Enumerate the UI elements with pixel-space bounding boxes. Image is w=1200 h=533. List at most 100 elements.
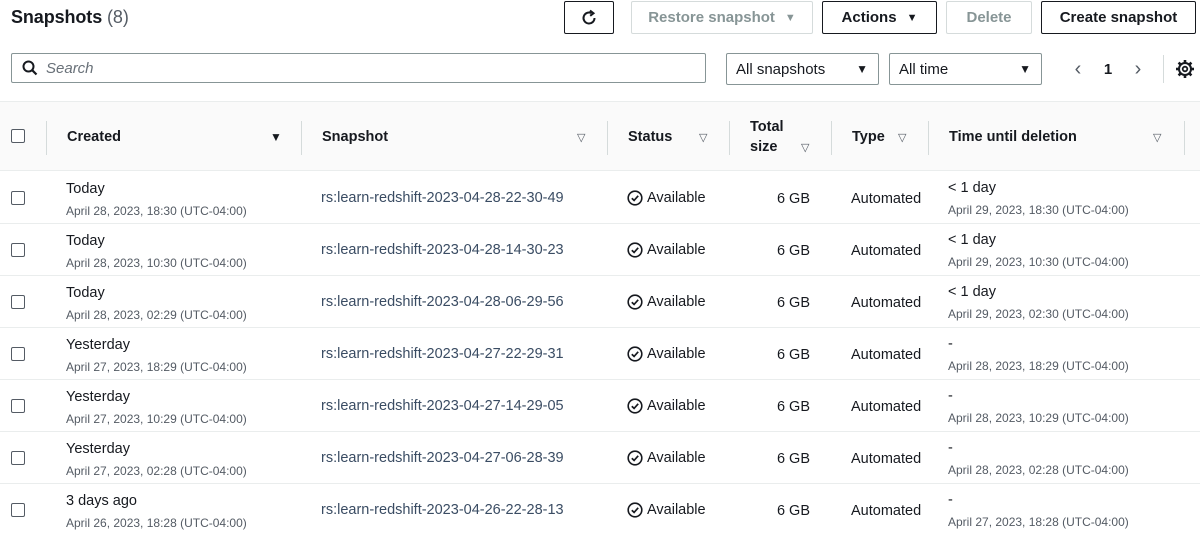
create-snapshot-button[interactable]: Create snapshot (1041, 1, 1196, 34)
snapshot-filter-select[interactable]: All snapshots ▼ (726, 53, 879, 85)
divider (1163, 55, 1164, 83)
created-relative: Yesterday (66, 389, 130, 405)
deletion-date: April 28, 2023, 18:29 (UTC-04:00) (948, 359, 1129, 373)
created-relative: Yesterday (66, 441, 130, 457)
column-type[interactable]: Type (852, 102, 885, 172)
deletion-date: April 29, 2023, 02:30 (UTC-04:00) (948, 307, 1129, 321)
check-circle-icon (627, 398, 643, 414)
snapshot-link[interactable]: rs:learn-redshift-2023-04-26-22-28-13 (321, 502, 564, 518)
snapshot-link[interactable]: rs:learn-redshift-2023-04-28-14-30-23 (321, 242, 564, 258)
deletion-relative: - (948, 388, 953, 404)
current-page[interactable]: 1 (1088, 61, 1128, 78)
delete-button[interactable]: Delete (946, 1, 1032, 34)
search-box[interactable] (11, 53, 706, 83)
snapshot-type: Automated (851, 347, 922, 363)
sort-icon[interactable]: ▽ (699, 102, 707, 172)
row-checkbox[interactable] (11, 243, 25, 257)
total-size: 6 GB (776, 503, 810, 519)
sort-icon[interactable]: ▽ (577, 102, 585, 172)
table-row[interactable]: 3 days ago April 26, 2023, 18:28 (UTC-04… (0, 484, 1200, 533)
deletion-date: April 28, 2023, 10:29 (UTC-04:00) (948, 411, 1129, 425)
page-title: Snapshots (8) (11, 7, 129, 28)
column-total-size-line1: Total (750, 119, 784, 135)
column-snapshot[interactable]: Snapshot (322, 102, 388, 172)
snapshot-link[interactable]: rs:learn-redshift-2023-04-27-06-28-39 (321, 450, 564, 466)
caret-down-icon: ▼ (1019, 62, 1031, 76)
snapshot-link[interactable]: rs:learn-redshift-2023-04-28-06-29-56 (321, 294, 564, 310)
status-text: Available (647, 294, 706, 310)
deletion-relative: - (948, 336, 953, 352)
check-circle-icon (627, 294, 643, 310)
sort-icon[interactable]: ▽ (1153, 102, 1161, 172)
row-checkbox[interactable] (11, 347, 25, 361)
total-size: 6 GB (776, 243, 810, 259)
table-row[interactable]: Yesterday April 27, 2023, 10:29 (UTC-04:… (0, 380, 1200, 432)
pagination: ‹ 1 › (1068, 56, 1148, 82)
created-relative: 3 days ago (66, 493, 137, 509)
deletion-relative: < 1 day (948, 232, 996, 248)
column-divider (831, 121, 832, 155)
snapshot-count: (8) (107, 7, 129, 27)
chevron-left-icon[interactable]: ‹ (1068, 58, 1088, 81)
check-circle-icon (627, 502, 643, 518)
column-created[interactable]: Created (67, 102, 121, 172)
column-total-size-line2: size (750, 139, 778, 155)
status-badge: Available (627, 450, 706, 466)
table-row[interactable]: Today April 28, 2023, 10:30 (UTC-04:00) … (0, 224, 1200, 276)
table-row[interactable]: Yesterday April 27, 2023, 18:29 (UTC-04:… (0, 328, 1200, 380)
total-size: 6 GB (776, 295, 810, 311)
page-title-text: Snapshots (11, 7, 103, 27)
table-row[interactable]: Yesterday April 27, 2023, 02:28 (UTC-04:… (0, 432, 1200, 484)
column-divider (46, 121, 47, 155)
snapshot-link[interactable]: rs:learn-redshift-2023-04-28-22-30-49 (321, 190, 564, 206)
status-text: Available (647, 346, 706, 362)
column-time-until-deletion[interactable]: Time until deletion (949, 102, 1077, 172)
status-text: Available (647, 502, 706, 518)
status-badge: Available (627, 502, 706, 518)
column-status[interactable]: Status (628, 102, 672, 172)
row-checkbox[interactable] (11, 191, 25, 205)
status-text: Available (647, 398, 706, 414)
snapshot-type: Automated (851, 399, 922, 415)
snapshot-link[interactable]: rs:learn-redshift-2023-04-27-22-29-31 (321, 346, 564, 362)
row-checkbox[interactable] (11, 451, 25, 465)
deletion-date: April 29, 2023, 10:30 (UTC-04:00) (948, 255, 1129, 269)
caret-down-icon: ▼ (906, 11, 918, 24)
deletion-date: April 28, 2023, 02:28 (UTC-04:00) (948, 463, 1129, 477)
row-checkbox[interactable] (11, 503, 25, 517)
deletion-relative: - (948, 440, 953, 456)
table-row[interactable]: Today April 28, 2023, 18:30 (UTC-04:00) … (0, 172, 1200, 224)
check-circle-icon (627, 450, 643, 466)
snapshot-link[interactable]: rs:learn-redshift-2023-04-27-14-29-05 (321, 398, 564, 414)
row-checkbox[interactable] (11, 295, 25, 309)
column-total-size[interactable]: Total size (750, 102, 784, 172)
created-date: April 28, 2023, 18:30 (UTC-04:00) (66, 204, 247, 218)
created-date: April 27, 2023, 02:28 (UTC-04:00) (66, 464, 247, 478)
total-size: 6 GB (776, 451, 810, 467)
table-row[interactable]: Today April 28, 2023, 02:29 (UTC-04:00) … (0, 276, 1200, 328)
status-badge: Available (627, 398, 706, 414)
status-badge: Available (627, 294, 706, 310)
chevron-right-icon[interactable]: › (1128, 58, 1148, 81)
sort-icon[interactable]: ▽ (898, 102, 906, 172)
total-size: 6 GB (776, 191, 810, 207)
sort-desc-icon[interactable]: ▼ (270, 102, 282, 172)
refresh-icon (582, 9, 596, 24)
restore-snapshot-button[interactable]: Restore snapshot ▼ (631, 1, 813, 34)
row-checkbox[interactable] (11, 399, 25, 413)
column-divider (729, 121, 730, 155)
actions-button[interactable]: Actions ▼ (822, 1, 937, 34)
actions-label: Actions (841, 9, 897, 26)
search-input[interactable] (46, 59, 686, 77)
column-divider (1184, 121, 1185, 155)
time-filter-select[interactable]: All time ▼ (889, 53, 1042, 85)
select-all-checkbox[interactable] (11, 129, 25, 143)
check-circle-icon (627, 190, 643, 206)
refresh-button[interactable] (564, 1, 614, 34)
created-date: April 27, 2023, 18:29 (UTC-04:00) (66, 360, 247, 374)
created-date: April 26, 2023, 18:28 (UTC-04:00) (66, 516, 247, 530)
total-size: 6 GB (776, 347, 810, 363)
table-header: Created ▼ Snapshot ▽ Status ▽ Total size… (0, 101, 1200, 171)
created-relative: Today (66, 285, 105, 301)
gear-icon[interactable] (1175, 59, 1195, 79)
